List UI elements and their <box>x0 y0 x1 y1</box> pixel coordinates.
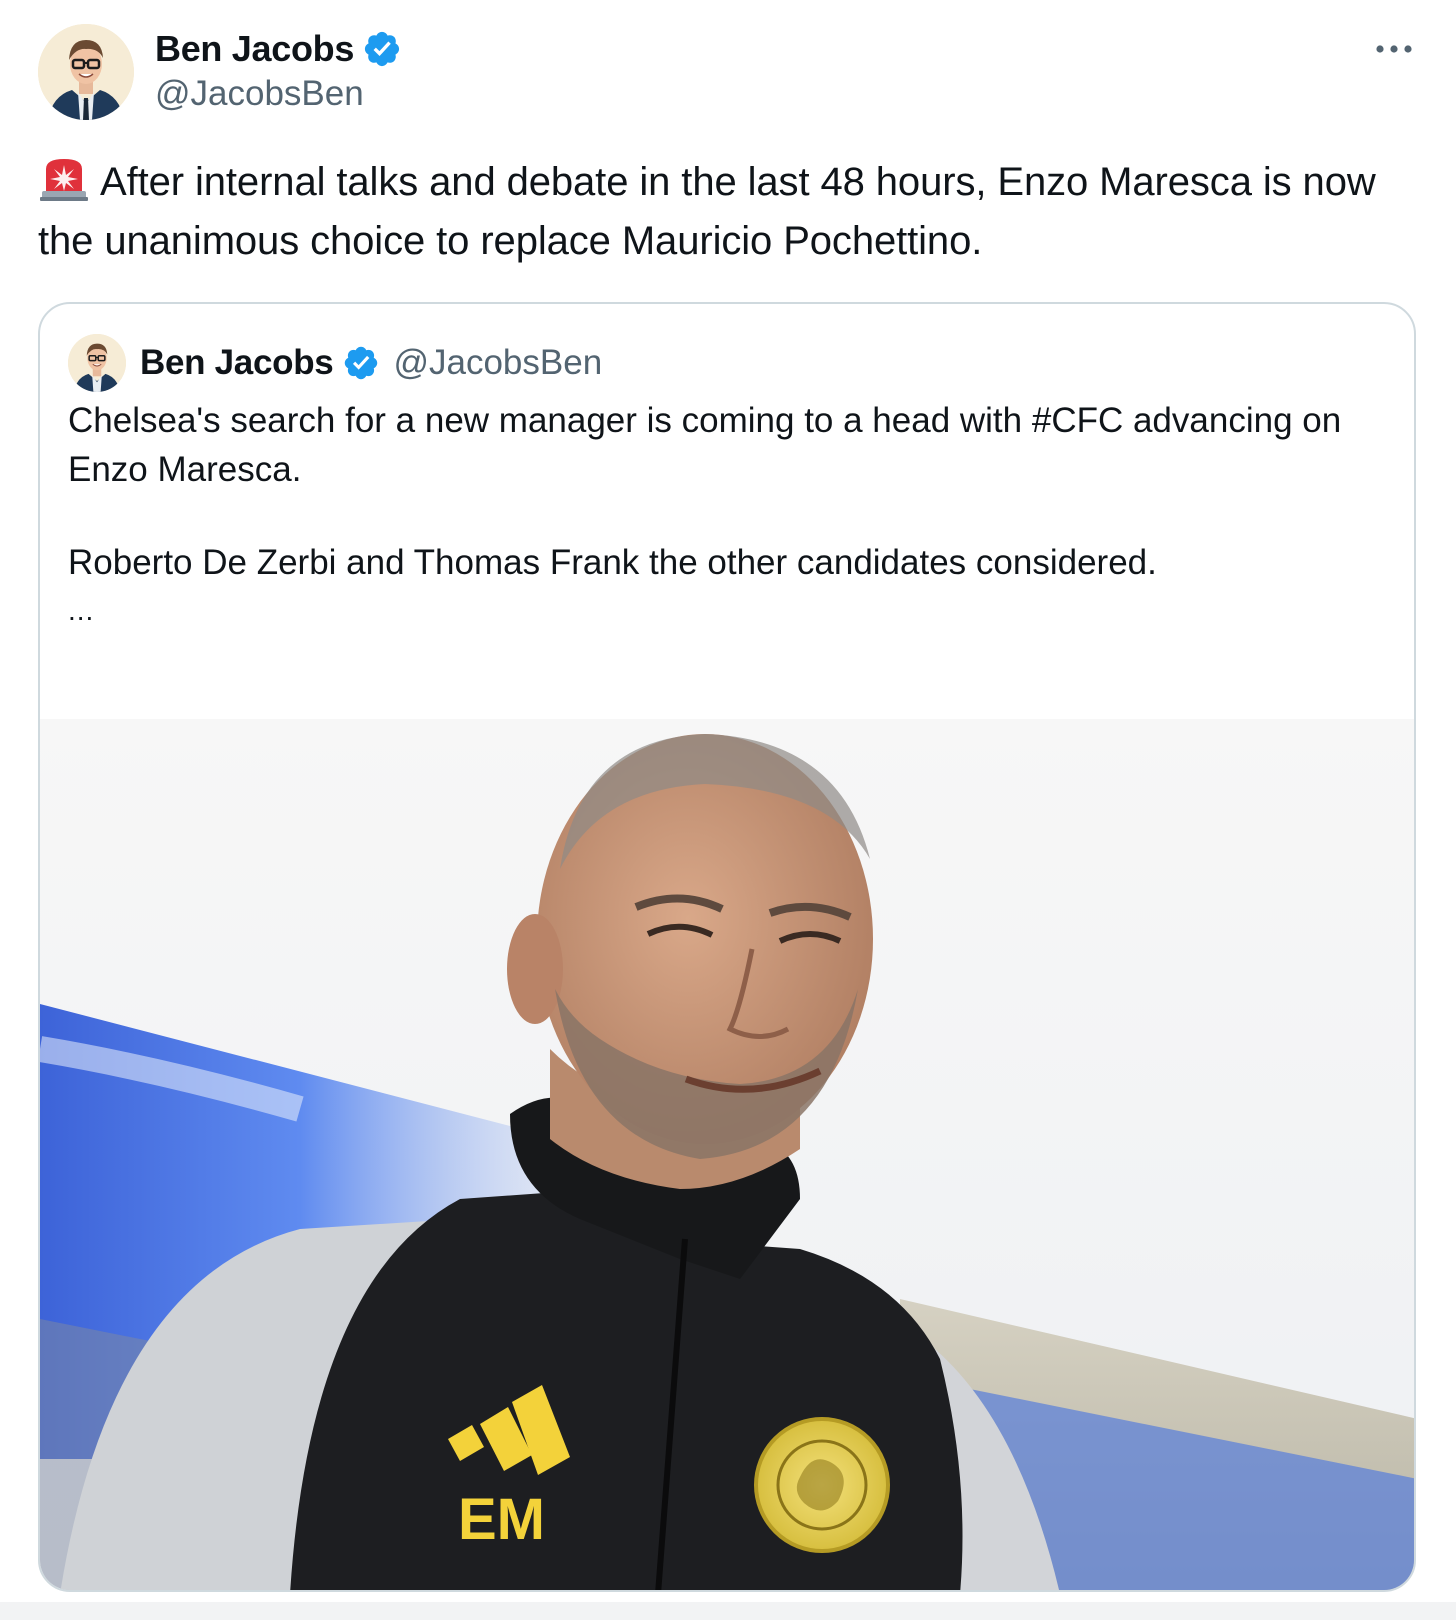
more-options-button[interactable] <box>1372 34 1416 64</box>
truncation-ellipsis: ... <box>68 595 95 626</box>
page-footer-strip <box>0 1602 1456 1620</box>
author-handle[interactable]: @JacobsBen <box>155 74 364 114</box>
quoted-tweet-photo[interactable]: EM <box>40 719 1416 1592</box>
avatar-image <box>38 24 134 120</box>
quoted-author-handle[interactable]: @JacobsBen <box>393 343 602 383</box>
quoted-author-name[interactable]: Ben Jacobs <box>140 343 334 383</box>
quoted-paragraph-2: Roberto De Zerbi and Thomas Frank the ot… <box>68 543 1157 582</box>
quoted-author-row[interactable]: Ben Jacobs @JacobsBen <box>140 336 602 390</box>
author-name-row[interactable]: Ben Jacobs <box>155 24 402 74</box>
author-name[interactable]: Ben Jacobs <box>155 28 354 70</box>
tweet-body: After internal talks and debate in the l… <box>38 160 1376 263</box>
more-horizontal-icon <box>1376 45 1412 53</box>
author-avatar[interactable] <box>38 24 134 120</box>
verified-badge-icon <box>365 31 400 67</box>
quoted-tweet[interactable]: Ben Jacobs @JacobsBen Chelsea's search f… <box>38 302 1416 1592</box>
tweet-text: After internal talks and debate in the l… <box>38 153 1418 271</box>
verified-badge-icon <box>345 346 378 380</box>
jacket-initials: EM <box>458 1487 545 1552</box>
quoted-tweet-text: Chelsea's search for a new manager is co… <box>68 396 1378 587</box>
quoted-paragraph-1: Chelsea's search for a new manager is co… <box>68 401 1342 489</box>
quoted-author-avatar[interactable] <box>68 334 126 392</box>
tweet-card[interactable]: Ben Jacobs @JacobsBen After internal tal… <box>0 0 1456 1620</box>
avatar-image <box>68 334 126 392</box>
police-car-light-emoji <box>40 159 88 201</box>
